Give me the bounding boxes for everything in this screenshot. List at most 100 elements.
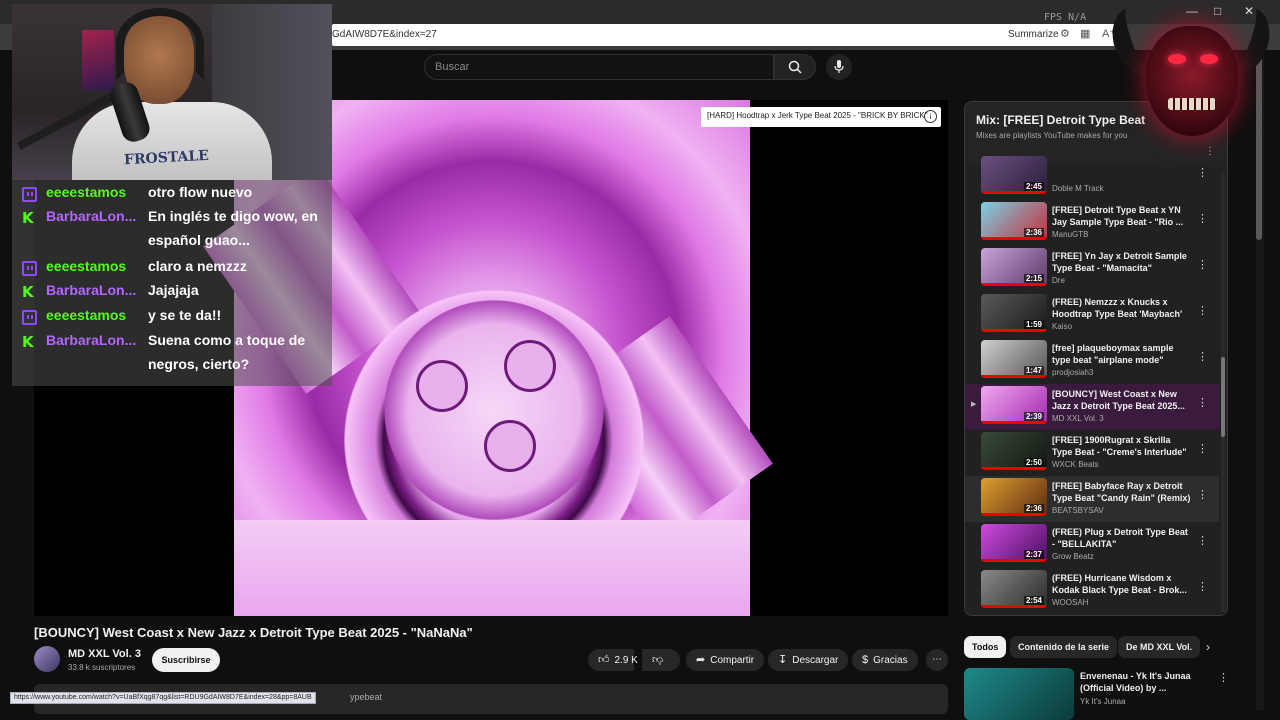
watch-subdial — [416, 360, 468, 412]
playlist-item-title[interactable]: [FREE] 1900Rugrat x Skrilla Type Beat - … — [1052, 434, 1192, 458]
watch-subdial — [504, 340, 556, 392]
chat-username: BarbaraLon... — [46, 282, 137, 298]
kick-icon: K — [22, 209, 34, 227]
playlist-item-thumbnail[interactable]: 1:47 — [981, 340, 1047, 378]
playlist-item-thumbnail[interactable]: 2:36 — [981, 478, 1047, 516]
playlist-item-thumbnail[interactable]: 2:15 — [981, 248, 1047, 286]
playlist-scroll-thumb[interactable] — [1221, 357, 1225, 437]
playlist-item-channel: Doble M Track — [1052, 184, 1104, 193]
playlist-item-duration: 2:50 — [1023, 458, 1044, 467]
more-vert-icon[interactable]: ⋮ — [1197, 304, 1208, 317]
search-input[interactable]: Buscar — [424, 54, 774, 80]
more-vert-icon[interactable]: ⋮ — [1197, 488, 1208, 501]
thanks-label: Gracias — [873, 655, 908, 666]
playlist-item[interactable]: 2:45 Doble M Track ⋮ — [965, 154, 1219, 200]
kick-icon: K — [22, 333, 34, 351]
share-button[interactable]: ➦ Compartir — [686, 649, 765, 671]
playlist-item-title[interactable]: (FREE) Nemzzz x Knucks x Hoodtrap Type B… — [1052, 296, 1192, 320]
playlist-item[interactable]: 2:50 [FREE] 1900Rugrat x Skrilla Type Bea… — [965, 430, 1219, 476]
playlist-item-thumbnail[interactable]: 2:36 — [981, 202, 1047, 240]
playlist-item-title[interactable]: [BOUNCY] West Coast x New Jazz x Detroit… — [1052, 388, 1192, 412]
description-hashtag[interactable]: ypebeat — [350, 692, 382, 702]
watch-cushion — [234, 520, 750, 616]
playlist-item-thumbnail[interactable]: 2:45 — [981, 156, 1047, 194]
playlist-item-title[interactable]: (FREE) Hurricane Wisdom x Kodak Black Ty… — [1052, 572, 1192, 596]
demon-face — [1146, 26, 1238, 136]
more-vert-icon[interactable]: ⋮ — [1197, 212, 1208, 225]
chevron-right-icon[interactable]: › — [1206, 640, 1210, 654]
more-vert-icon[interactable]: ⋮ — [1197, 580, 1208, 593]
playlist-item-title[interactable]: [free] plaqueboymax sample type beat "ai… — [1052, 342, 1192, 366]
watch-subdial — [484, 420, 536, 472]
playlist-item-thumbnail[interactable]: 1:59 — [981, 294, 1047, 332]
playlist-item-title[interactable]: [FREE] Babyface Ray x Detroit Type Beat … — [1052, 480, 1192, 504]
fps-counter: FPS N/A — [1044, 12, 1087, 23]
chip-todos[interactable]: Todos — [964, 636, 1007, 658]
kick-icon: K — [22, 283, 34, 301]
playlist-item-channel: WOOSAH — [1052, 598, 1089, 607]
download-button[interactable]: ↧ Descargar — [768, 649, 849, 671]
demon-eye — [1168, 54, 1186, 64]
video-title: [BOUNCY] West Coast x New Jazz x Detroit… — [34, 625, 473, 640]
recommended-thumbnail[interactable] — [964, 668, 1074, 720]
extensions-icon[interactable]: ▦ — [1080, 27, 1090, 40]
channel-name[interactable]: MD XXL Vol. 3 — [68, 648, 141, 660]
subscribe-button[interactable]: Suscribirse — [152, 648, 220, 672]
more-vert-icon[interactable]: ⋮ — [1197, 258, 1208, 271]
webcam-streamer-shirt — [72, 102, 272, 180]
thanks-button[interactable]: $ Gracias — [852, 649, 918, 671]
playlist-item[interactable]: 2:36 [FREE] Detroit Type Beat x YN Jay Sa… — [965, 200, 1219, 246]
playlist-item-thumbnail[interactable]: 2:39 — [981, 386, 1047, 424]
more-vert-icon[interactable]: ⋮ — [1197, 534, 1208, 547]
twitch-icon — [22, 187, 37, 202]
watched-progress-bar — [981, 559, 1047, 562]
search-placeholder: Buscar — [435, 61, 470, 73]
playlist-item-title[interactable]: (FREE) Plug x Detroit Type Beat - "BELLA… — [1052, 526, 1192, 550]
playlist-subtitle: Mixes are playlists YouTube makes for yo… — [976, 131, 1128, 140]
demon-eye — [1200, 54, 1218, 64]
recommended-title[interactable]: Envenenau - Yk It's Junaa (Official Vide… — [1080, 670, 1210, 694]
more-vert-icon[interactable]: ⋮ — [1197, 396, 1208, 409]
playlist-item-thumbnail[interactable]: 2:50 — [981, 432, 1047, 470]
playlist-item-title[interactable]: [FREE] Detroit Type Beat x YN Jay Sample… — [1052, 204, 1192, 228]
summarize-button[interactable]: Summarize — [1008, 29, 1059, 40]
address-bar[interactable]: GdAIW8D7E&index=27 Summarize ⚙ ▦ A⁺ — [332, 24, 1122, 46]
next-video-chip[interactable]: [HARD] Hoodtrap x Jerk Type Beat 2025 - … — [701, 107, 941, 127]
playlist-item[interactable]: 1:47 [free] plaqueboymax sample type beat… — [965, 338, 1219, 384]
settings-icon[interactable]: ⚙ — [1060, 27, 1070, 40]
playlist-item[interactable]: 2:15 [FREE] Yn Jay x Detroit Sample Type … — [965, 246, 1219, 292]
playlist-item[interactable]: 2:54 (FREE) Hurricane Wisdom x Kodak Blac… — [965, 568, 1219, 614]
more-actions-button[interactable]: ⋯ — [926, 649, 948, 671]
playlist-item-thumbnail[interactable]: 2:54 — [981, 570, 1047, 608]
playlist-item[interactable]: YN Jay X Detroit Type Beat⋮ — [965, 614, 1219, 615]
playlist-item[interactable]: 2:36 [FREE] Babyface Ray x Detroit Type B… — [965, 476, 1219, 522]
more-vert-icon[interactable]: ⋮ — [1197, 166, 1208, 179]
playlist-scrollbar[interactable] — [1221, 172, 1225, 612]
demon-teeth — [1168, 98, 1216, 110]
demon-mascot-overlay — [1103, 0, 1279, 152]
channel-avatar[interactable] — [34, 646, 60, 672]
playlist-item[interactable]: 2:37 (FREE) Plug x Detroit Type Beat - "B… — [965, 522, 1219, 568]
dislike-button[interactable]: 👎︎ — [642, 649, 680, 671]
playlist-item-thumbnail[interactable]: 2:37 — [981, 524, 1047, 562]
playlist-item-duration: 2:37 — [1023, 550, 1044, 559]
playlist-item[interactable]: 1:59 (FREE) Nemzzz x Knucks x Hoodtrap Ty… — [965, 292, 1219, 338]
more-vert-icon[interactable]: ⋮ — [1197, 350, 1208, 363]
subscriber-count: 33.8 k suscriptores — [68, 663, 136, 672]
like-button[interactable]: 👍︎ 2.9 K — [588, 649, 638, 671]
playlist-item-title[interactable]: [FREE] Yn Jay x Detroit Sample Type Beat… — [1052, 250, 1192, 274]
more-vert-icon[interactable]: ⋮ — [1218, 671, 1229, 684]
chip-series-content[interactable]: Contenido de la serie — [1010, 636, 1118, 658]
recommended-channel[interactable]: Yk It's Junaa — [1080, 697, 1126, 706]
info-icon[interactable]: i — [924, 110, 937, 123]
playlist-item[interactable]: ▶ 2:39 [BOUNCY] West Coast x New Jazz x De… — [965, 384, 1219, 430]
chat-text: Jajajaja — [148, 282, 199, 298]
search-button[interactable] — [774, 54, 816, 80]
share-label: Compartir — [710, 655, 755, 666]
voice-search-button[interactable] — [826, 54, 852, 80]
playlist-item-channel: ManuGTB — [1052, 230, 1089, 239]
more-vert-icon[interactable]: ⋮ — [1197, 442, 1208, 455]
chip-from-channel[interactable]: De MD XXL Vol. — [1118, 636, 1201, 658]
chat-text: claro a nemzzz — [148, 258, 247, 274]
chat-username: eeeestamos — [46, 258, 127, 274]
